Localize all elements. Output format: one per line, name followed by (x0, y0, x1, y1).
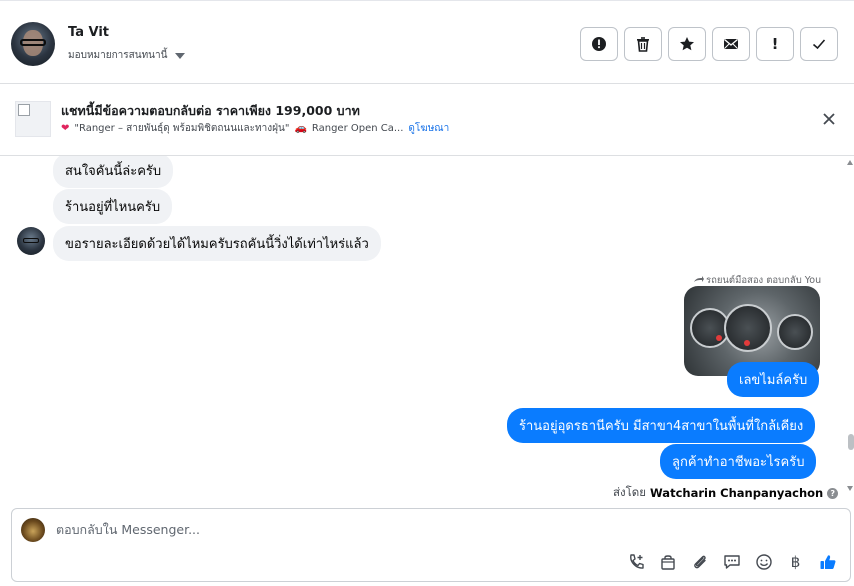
paperclip-icon[interactable] (690, 552, 709, 571)
star-icon (680, 37, 694, 51)
view-ad-link[interactable]: ดูโฆษณา (408, 121, 449, 136)
conversation-actions: ! (580, 27, 838, 61)
reply-input[interactable] (56, 522, 656, 537)
trash-icon (637, 37, 649, 52)
incoming-message[interactable]: ร้านอยู่ที่ไหนครับ (53, 189, 173, 224)
delete-button[interactable] (624, 27, 662, 61)
sender-avatar[interactable] (17, 227, 45, 255)
sent-by-prefix: ส่งโดย (613, 485, 647, 499)
thread-scrollbar[interactable] (846, 156, 854, 506)
heart-icon: ❤ (61, 123, 70, 134)
caret-down-icon (175, 52, 186, 59)
phone-plus-icon[interactable] (626, 552, 645, 571)
conversation-header: Ta Vit มอบหมายการสนทนานี้ ! (0, 0, 854, 84)
user-avatar[interactable] (11, 22, 55, 66)
banner-subtitle: ❤ "Ranger – สายพันธุ์ดุ พร้อมพิชิตถนนและ… (61, 121, 449, 136)
mark-done-button[interactable] (800, 27, 838, 61)
spam-button[interactable] (580, 27, 618, 61)
outgoing-message[interactable]: ร้านอยู่อุดรธานีครับ มีสาขา4สาขาในพื้นที… (507, 408, 816, 443)
car-icon: 🚗 (294, 123, 307, 134)
ad-thumbnail (15, 101, 51, 137)
ad-headline: "Ranger – สายพันธุ์ดุ พร้อมพิชิตถนนและทา… (74, 123, 290, 134)
incoming-message[interactable]: ขอรายละเอียดด้วยได้ไหมครับรถคันนี้วิ่งได… (53, 226, 381, 261)
close-icon (823, 113, 835, 125)
scroll-up-icon[interactable] (847, 160, 853, 165)
banner-title: แชทนี้มีข้อความตอบกลับต่อ ราคาเพียง 199,… (61, 103, 360, 118)
incoming-message[interactable]: สนใจคันนี้ล่ะครับ (53, 156, 174, 188)
ad-headline-more: Ranger Open Ca... (311, 123, 404, 134)
exclamation-icon: ! (771, 35, 779, 53)
alert-circle-icon (592, 37, 606, 51)
reply-arrow-icon (694, 275, 704, 282)
sent-by-label: ส่งโดย Watcharin Chanpanyachon ? (613, 484, 839, 502)
check-icon (812, 39, 826, 50)
shopping-bag-icon[interactable] (658, 552, 677, 571)
close-banner-button[interactable] (818, 108, 840, 130)
ad-context-banner: แชทนี้มีข้อความตอบกลับต่อ ราคาเพียง 199,… (0, 84, 854, 156)
reply-composer: ฿ (11, 508, 851, 582)
outgoing-message[interactable]: เลขไมล์ครับ (727, 362, 820, 397)
baht-symbol: ฿ (790, 552, 801, 571)
outgoing-message[interactable]: ลูกค้าทำอาชีพอะไรครับ (660, 444, 817, 479)
mark-unread-button[interactable] (712, 27, 750, 61)
scroll-down-icon[interactable] (847, 486, 853, 491)
assign-conversation-dropdown[interactable]: มอบหมายการสนทนานี้ (68, 48, 186, 63)
user-name[interactable]: Ta Vit (68, 25, 109, 40)
baht-icon[interactable]: ฿ (786, 552, 805, 571)
thumbs-up-icon[interactable] (818, 552, 837, 571)
sent-by-name: Watcharin Chanpanyachon (650, 486, 824, 500)
follow-up-button[interactable]: ! (756, 27, 794, 61)
message-thread[interactable]: สนใจคันนี้ล่ะครับ ร้านอยู่ที่ไหนครับ ขอร… (0, 156, 846, 506)
page-avatar (21, 518, 45, 542)
help-icon[interactable]: ? (827, 487, 839, 499)
envelope-icon (724, 38, 738, 49)
star-button[interactable] (668, 27, 706, 61)
assign-label: มอบหมายการสนทนานี้ (68, 50, 168, 61)
composer-toolbar: ฿ (626, 552, 837, 571)
chat-dots-icon[interactable] (722, 552, 741, 571)
smiley-icon[interactable] (754, 552, 773, 571)
scrollbar-thumb[interactable] (848, 434, 854, 450)
